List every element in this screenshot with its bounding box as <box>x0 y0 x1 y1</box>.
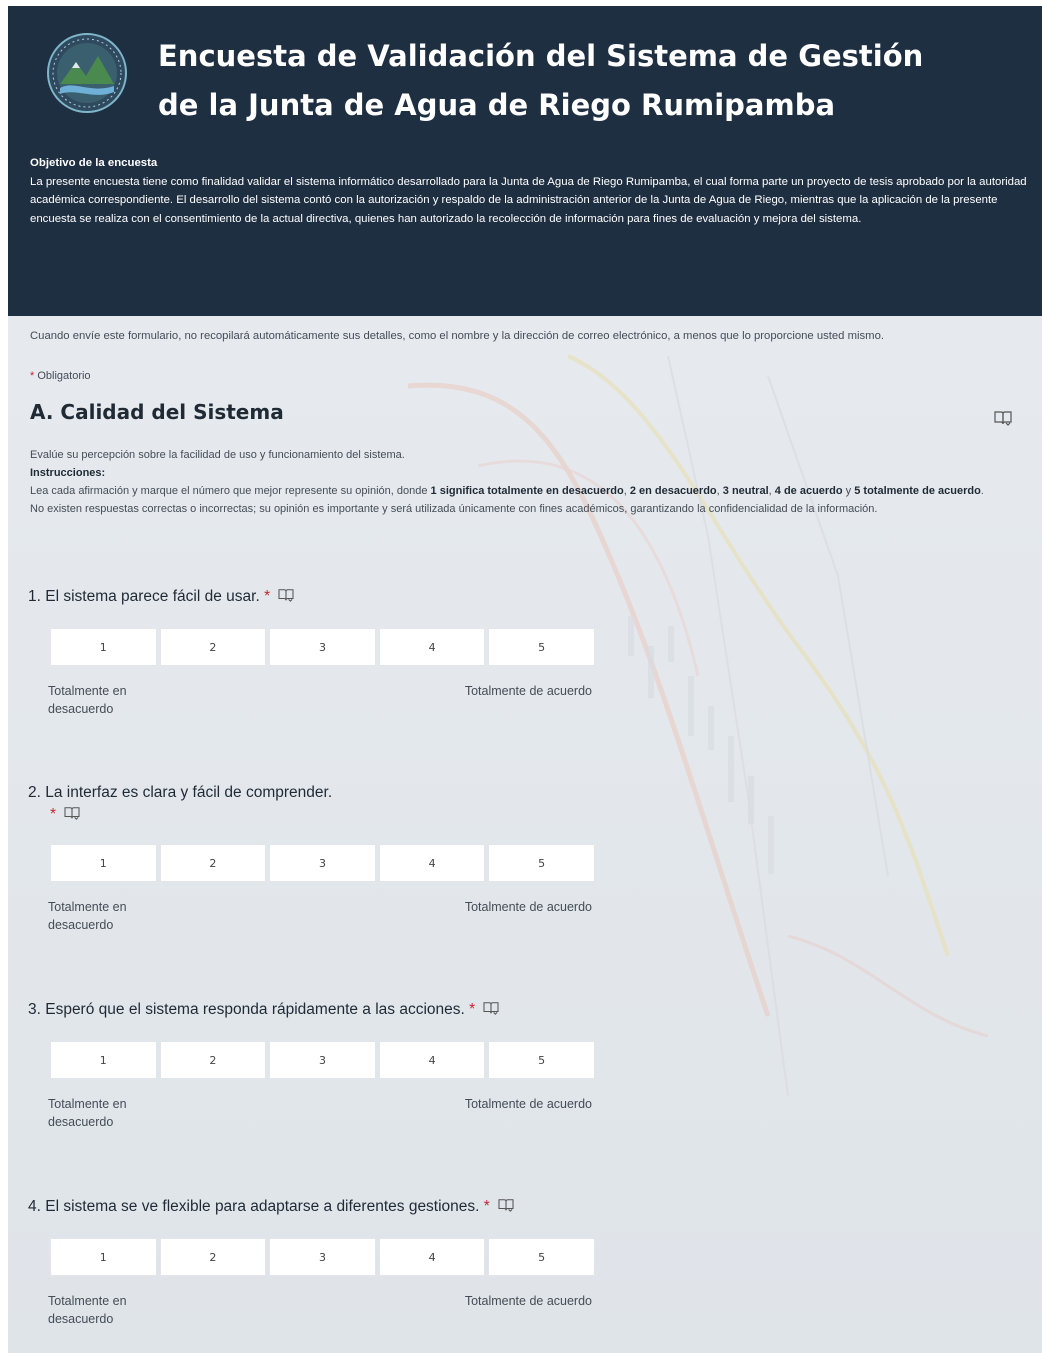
question-text: 3. Esperó que el sistema responda rápida… <box>28 1001 465 1018</box>
scale-right-label: Totalmente de acuerdo <box>464 1097 592 1111</box>
instructions-bold: 3 neutral <box>722 485 769 497</box>
objective-heading: Objetivo de la encuesta <box>30 157 158 169</box>
instructions-bold: 1 significa totalmente en desacuerdo <box>430 485 624 497</box>
required-star: * <box>264 588 271 605</box>
section-intro: Evalúe su percepción sobre la facilidad … <box>30 449 405 461</box>
rating-option-1[interactable]: 1 <box>50 844 157 882</box>
immersive-reader-icon[interactable] <box>64 806 80 820</box>
rating-option-5[interactable]: 5 <box>488 628 595 666</box>
instructions-bold: 4 de acuerdo <box>774 485 843 497</box>
required-label: Obligatorio <box>37 370 91 382</box>
form-title-line-2: de la Junta de Agua de Riego Rumipamba <box>158 88 836 122</box>
instructions-text: Lea cada afirmación y marque el número q… <box>30 485 984 515</box>
section-description: Evalúe su percepción sobre la facilidad … <box>30 446 990 518</box>
rating-option-2[interactable]: 2 <box>159 1238 267 1276</box>
scale-left-label: Totalmente en desacuerdo <box>48 684 127 716</box>
instructions-bold: 5 totalmente de acuerdo <box>854 485 981 497</box>
scale-right-label: Totalmente de acuerdo <box>464 900 592 914</box>
rating-option-1[interactable]: 1 <box>50 628 157 666</box>
question-title: 1. El sistema parece fácil de usar. * <box>28 588 294 606</box>
rating-scale: 1 2 3 4 5 <box>50 1041 595 1079</box>
rating-option-3[interactable]: 3 <box>269 844 376 882</box>
question-title: 3. Esperó que el sistema responda rápida… <box>28 1001 499 1019</box>
required-star: * <box>50 806 57 823</box>
instructions-part: y <box>842 485 855 497</box>
required-star: * <box>469 1001 476 1018</box>
instructions-bold: 2 en desacuerdo <box>629 485 717 497</box>
rating-option-4[interactable]: 4 <box>378 1041 486 1079</box>
form-title: Encuesta de Validación del Sistema de Ge… <box>158 32 978 130</box>
form-title-line-1: Encuesta de Validación del Sistema de Ge… <box>158 39 924 73</box>
scale-left-label: Totalmente en desacuerdo <box>48 1097 127 1129</box>
rating-option-1[interactable]: 1 <box>50 1238 157 1276</box>
section-title: A. Calidad del Sistema <box>30 400 284 424</box>
instructions-part: Lea cada afirmación y marque el número q… <box>30 485 431 497</box>
question-text: 2. La interfaz es clara y fácil de compr… <box>28 784 333 801</box>
privacy-note: Cuando envíe este formulario, no recopil… <box>30 330 884 342</box>
question-title: 4. El sistema se ve flexible para adapta… <box>28 1198 514 1216</box>
immersive-reader-icon[interactable] <box>278 588 294 602</box>
rating-option-3[interactable]: 3 <box>269 1238 376 1276</box>
immersive-reader-icon[interactable] <box>498 1198 514 1212</box>
objective-text: La presente encuesta tiene como finalida… <box>30 175 1027 225</box>
rating-scale: 1 2 3 4 5 <box>50 1238 595 1276</box>
instructions-label: Instrucciones: <box>30 467 106 479</box>
rating-option-2[interactable]: 2 <box>159 844 267 882</box>
organization-logo <box>47 33 127 113</box>
rating-option-4[interactable]: 4 <box>378 628 486 666</box>
rating-option-4[interactable]: 4 <box>378 844 486 882</box>
form-container: Encuesta de Validación del Sistema de Ge… <box>8 6 1042 1353</box>
question-title-continuation: * <box>50 806 80 824</box>
question-text: 4. El sistema se ve flexible para adapta… <box>28 1198 480 1215</box>
scale-right-label: Totalmente de acuerdo <box>464 684 592 698</box>
survey-objective: Objetivo de la encuesta La presente encu… <box>30 154 1042 228</box>
scale-left-label: Totalmente en desacuerdo <box>48 1294 127 1326</box>
scale-right-label: Totalmente de acuerdo <box>464 1294 592 1308</box>
required-star: * <box>483 1198 490 1215</box>
rating-option-3[interactable]: 3 <box>269 628 376 666</box>
required-star: * <box>30 370 35 382</box>
rating-option-4[interactable]: 4 <box>378 1238 486 1276</box>
question-text: 1. El sistema parece fácil de usar. <box>28 588 260 605</box>
question-title: 2. La interfaz es clara y fácil de compr… <box>28 784 332 802</box>
rating-option-3[interactable]: 3 <box>269 1041 376 1079</box>
scale-left-label: Totalmente en desacuerdo <box>48 900 127 932</box>
required-note: * Obligatorio <box>30 370 91 382</box>
rating-scale: 1 2 3 4 5 <box>50 628 595 666</box>
page: Encuesta de Validación del Sistema de Ge… <box>0 0 1042 1353</box>
rating-option-2[interactable]: 2 <box>159 628 267 666</box>
form-body: Cuando envíe este formulario, no recopil… <box>8 316 1042 1353</box>
immersive-reader-icon[interactable] <box>994 410 1012 426</box>
rating-option-5[interactable]: 5 <box>488 844 595 882</box>
rating-option-2[interactable]: 2 <box>159 1041 267 1079</box>
rating-option-5[interactable]: 5 <box>488 1041 595 1079</box>
rating-option-5[interactable]: 5 <box>488 1238 595 1276</box>
rating-scale: 1 2 3 4 5 <box>50 844 595 882</box>
rating-option-1[interactable]: 1 <box>50 1041 157 1079</box>
form-header: Encuesta de Validación del Sistema de Ge… <box>8 6 1042 316</box>
immersive-reader-icon[interactable] <box>483 1001 499 1015</box>
